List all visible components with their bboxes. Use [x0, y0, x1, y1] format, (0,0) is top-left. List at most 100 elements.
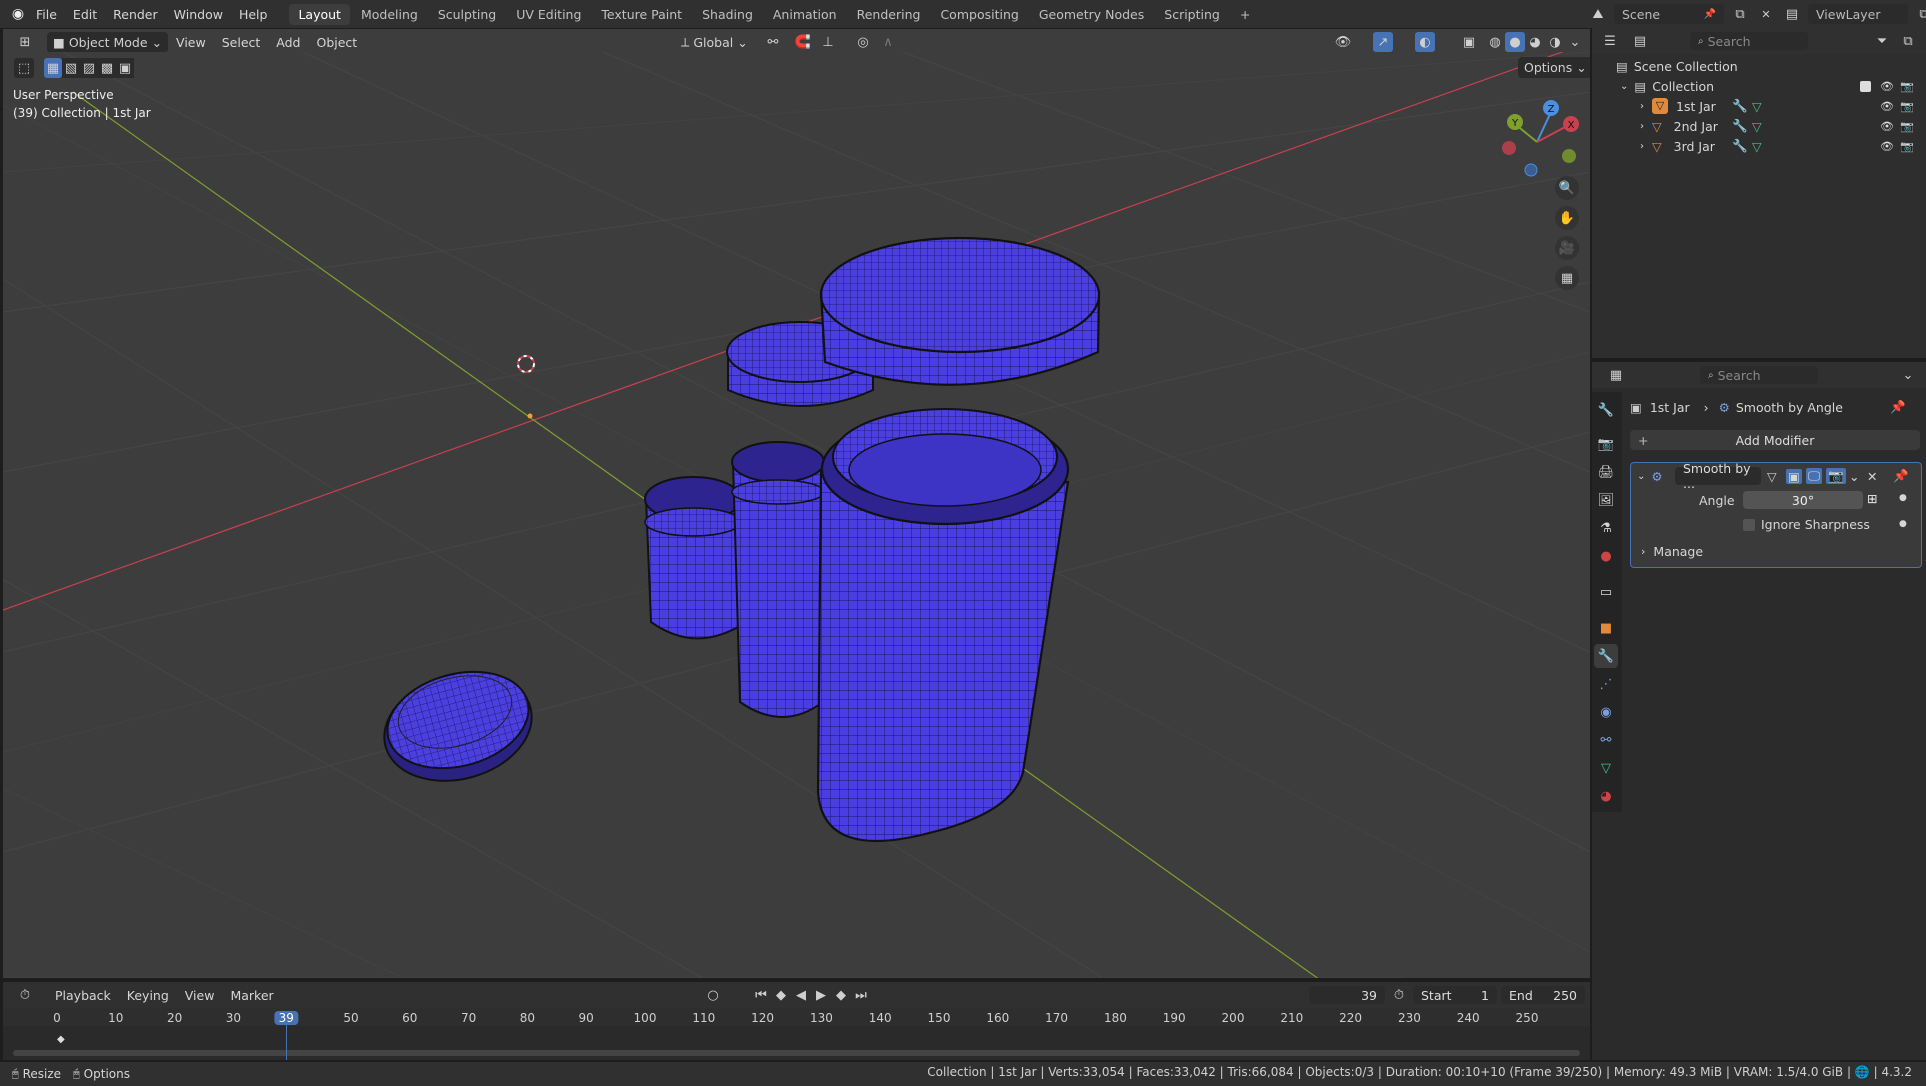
ignore-sharpness-checkbox[interactable]	[1743, 519, 1755, 531]
shading-rendered-icon[interactable]: ◑	[1545, 32, 1565, 52]
snap-target-icon[interactable]: ⊥	[818, 32, 838, 52]
vp-menu-object[interactable]: Object	[308, 35, 365, 50]
menu-file[interactable]: File	[28, 7, 65, 22]
mesh-data-icon[interactable]: ▽	[1752, 119, 1762, 134]
new-collection-icon[interactable]: ⧉	[1898, 31, 1918, 51]
tab-texture-paint[interactable]: Texture Paint	[592, 4, 691, 25]
node-group-icon[interactable]: ⊞	[1867, 491, 1877, 506]
physics-tab-icon[interactable]: ◉	[1594, 700, 1618, 724]
select-invert-icon[interactable]: ▩	[98, 58, 116, 78]
chevron-down-icon[interactable]: ⌄	[1620, 81, 1628, 92]
shading-dropdown-icon[interactable]: ⌄	[1565, 32, 1585, 52]
jump-start-icon[interactable]: ⏮	[751, 985, 771, 1005]
render-toggle-icon[interactable]: 📷	[1826, 468, 1846, 484]
display-mode-icon[interactable]: ▤	[1630, 31, 1650, 51]
object-mode-dropdown[interactable]: ■ Object Mode ⌄	[47, 31, 169, 53]
gizmo-neg-y[interactable]	[1562, 149, 1576, 163]
pin-icon[interactable]: 📌	[1893, 468, 1909, 484]
scene-tab-icon[interactable]: ⚗	[1594, 516, 1618, 540]
eye-icon[interactable]: 👁	[1880, 100, 1894, 113]
camera-icon[interactable]: 📷	[1900, 100, 1914, 113]
outliner-item-1st-jar[interactable]: › ▽ 1st Jar 🔧 ▽ 👁 📷	[1592, 96, 1926, 116]
view-layer-selector[interactable]: ViewLayer	[1808, 4, 1908, 24]
outliner-editor-icon[interactable]: ☰	[1600, 31, 1620, 51]
jar-3-mesh[interactable]	[644, 476, 743, 640]
menu-window[interactable]: Window	[166, 7, 231, 22]
camera-icon[interactable]: 📷	[1900, 140, 1914, 153]
keyframe-marker[interactable]: ◆	[57, 1034, 65, 1045]
cage-toggle-icon[interactable]: ▣	[1786, 468, 1802, 484]
options-button[interactable]: Options ⌄	[1518, 57, 1590, 78]
auto-key-icon[interactable]: ○	[703, 985, 723, 1005]
timeline-track[interactable]	[3, 1026, 1590, 1048]
menu-edit[interactable]: Edit	[65, 7, 105, 22]
falloff-icon[interactable]: ∧	[878, 32, 898, 52]
end-frame-field[interactable]: End 250	[1501, 986, 1585, 1004]
modifier-name-field[interactable]: Smooth by ...	[1675, 461, 1761, 491]
tab-compositing[interactable]: Compositing	[931, 4, 1027, 25]
pan-hand-icon[interactable]: ✋	[1555, 206, 1579, 230]
camera-view-icon[interactable]: 🎥	[1555, 236, 1579, 260]
wrench-icon[interactable]: 🔧	[1732, 118, 1748, 134]
pin-icon[interactable]: 📌	[1890, 399, 1906, 415]
pivot-icon[interactable]: ⚯	[763, 32, 783, 52]
world-tab-icon[interactable]: ●	[1594, 544, 1618, 568]
select-intersect-icon[interactable]: ▣	[116, 58, 134, 78]
select-extend-icon[interactable]: ▧	[62, 58, 80, 78]
ortho-toggle-icon[interactable]: ▦	[1555, 266, 1579, 290]
prev-keyframe-icon[interactable]: ◆	[771, 985, 791, 1005]
gizmo-neg-z[interactable]	[1524, 163, 1538, 177]
outliner-scene-collection[interactable]: ▤ Scene Collection	[1592, 56, 1926, 76]
transform-orientation-dropdown[interactable]: ⟂ Global ⌄	[675, 31, 754, 53]
scene-icon[interactable]: ⛰	[1588, 4, 1608, 24]
chevron-down-icon[interactable]: ⌄	[1637, 471, 1645, 482]
vp-menu-add[interactable]: Add	[268, 35, 308, 50]
material-tab-icon[interactable]: ◕	[1594, 784, 1618, 808]
camera-icon[interactable]: 📷	[1900, 120, 1914, 133]
delete-scene-icon[interactable]: ✕	[1756, 4, 1776, 24]
view-layer-icon[interactable]: ▤	[1782, 4, 1802, 24]
outliner-search[interactable]: ⌕ Search	[1690, 32, 1808, 50]
3d-viewport[interactable]: User Perspective (39) Collection | 1st J…	[3, 52, 1590, 978]
gizmo-neg-x[interactable]	[1502, 141, 1516, 155]
particles-tab-icon[interactable]: ⋰	[1594, 672, 1618, 696]
tab-modeling[interactable]: Modeling	[352, 4, 427, 25]
tab-animation[interactable]: Animation	[764, 4, 846, 25]
eye-icon[interactable]: 👁	[1880, 120, 1894, 133]
clock-icon[interactable]: ⏱	[1389, 985, 1409, 1005]
chevron-down-icon[interactable]: ⌄	[1898, 365, 1918, 385]
filter-icon[interactable]: ⏷	[1872, 31, 1892, 51]
data-tab-icon[interactable]: ▽	[1594, 756, 1618, 780]
timeline-menu-view[interactable]: View	[177, 988, 223, 1003]
collection-checkbox[interactable]	[1860, 80, 1871, 92]
timeline-editor-icon[interactable]: ⏱	[15, 985, 35, 1005]
shading-solid-icon[interactable]: ●	[1505, 32, 1525, 52]
angle-field[interactable]: 30°	[1743, 491, 1863, 509]
start-frame-field[interactable]: Start 1	[1413, 986, 1497, 1004]
select-subtract-icon[interactable]: ▨	[80, 58, 98, 78]
outliner-item-2nd-jar[interactable]: › ▽ 2nd Jar 🔧 ▽ 👁 📷	[1592, 116, 1926, 136]
tool-tab-icon[interactable]: 🔧	[1594, 398, 1618, 422]
tab-layout[interactable]: Layout	[289, 3, 350, 25]
3d-cursor[interactable]	[517, 355, 535, 373]
chevron-right-icon[interactable]: ›	[1640, 121, 1644, 132]
properties-editor-icon[interactable]: ▦	[1606, 365, 1626, 385]
gizmo-toggle-icon[interactable]: ↗	[1373, 32, 1393, 52]
tab-geometry-nodes[interactable]: Geometry Nodes	[1030, 4, 1153, 25]
large-lid-mesh[interactable]	[819, 236, 1101, 386]
eye-icon[interactable]: 👁	[1880, 80, 1894, 93]
keyframe-dot[interactable]: ●	[1899, 493, 1907, 503]
jump-end-icon[interactable]: ⏭	[851, 985, 871, 1005]
mesh-data-icon[interactable]: ▽	[1752, 99, 1762, 114]
viewport-toggle-icon[interactable]: 🖵	[1806, 468, 1823, 484]
properties-search[interactable]: ⌕ Search	[1700, 366, 1818, 384]
output-tab-icon[interactable]: 🖨	[1594, 460, 1618, 484]
shading-material-icon[interactable]: ◕	[1525, 32, 1545, 52]
jar-1-mesh[interactable]	[816, 408, 1070, 843]
mesh-data-icon[interactable]: ▽	[1752, 139, 1762, 154]
scene-selector[interactable]: Scene 📌	[1614, 4, 1724, 24]
tab-rendering[interactable]: Rendering	[848, 4, 930, 25]
camera-icon[interactable]: 📷	[1900, 80, 1914, 93]
wrench-icon[interactable]: 🔧	[1732, 138, 1748, 154]
edit-mode-toggle-icon[interactable]: ▽	[1767, 469, 1777, 484]
